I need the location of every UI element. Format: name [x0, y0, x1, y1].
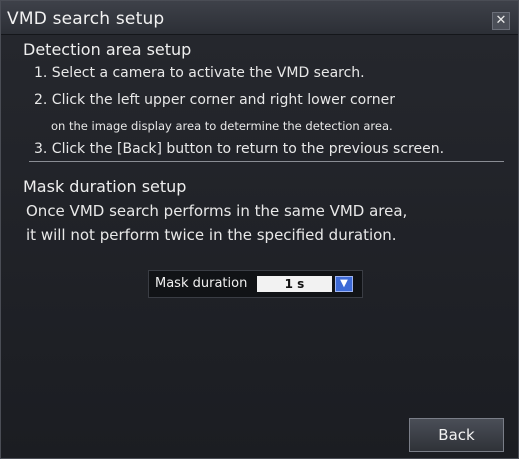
mask-duration-label: Mask duration	[155, 276, 248, 291]
vmd-search-setup-window: VMD search setup ✕ Detection area setup …	[0, 0, 519, 459]
close-icon: ✕	[495, 13, 507, 28]
mask-description-line-1: Once VMD search performs in the same VMD…	[26, 202, 408, 220]
detection-step-2: 2. Click the left upper corner and right…	[34, 92, 395, 108]
chevron-down-icon: ▼	[340, 278, 348, 289]
mask-description-line-2: it will not perform twice in the specifi…	[26, 226, 397, 244]
mask-duration-dropdown-button[interactable]: ▼	[335, 276, 353, 292]
section-divider	[29, 161, 504, 162]
detection-step-2-continued: on the image display area to determine t…	[51, 119, 393, 133]
window-title: VMD search setup	[7, 9, 165, 29]
detection-area-heading: Detection area setup	[23, 40, 192, 59]
back-button[interactable]: Back	[409, 418, 504, 452]
detection-step-1: 1. Select a camera to activate the VMD s…	[34, 65, 365, 81]
mask-duration-select[interactable]: 1 s	[257, 276, 332, 292]
detection-step-3: 3. Click the [Back] button to return to …	[34, 141, 445, 157]
mask-duration-heading: Mask duration setup	[23, 177, 187, 196]
mask-duration-control: Mask duration 1 s ▼	[148, 270, 363, 298]
close-button[interactable]: ✕	[492, 12, 510, 30]
title-bar: VMD search setup ✕	[1, 1, 518, 35]
